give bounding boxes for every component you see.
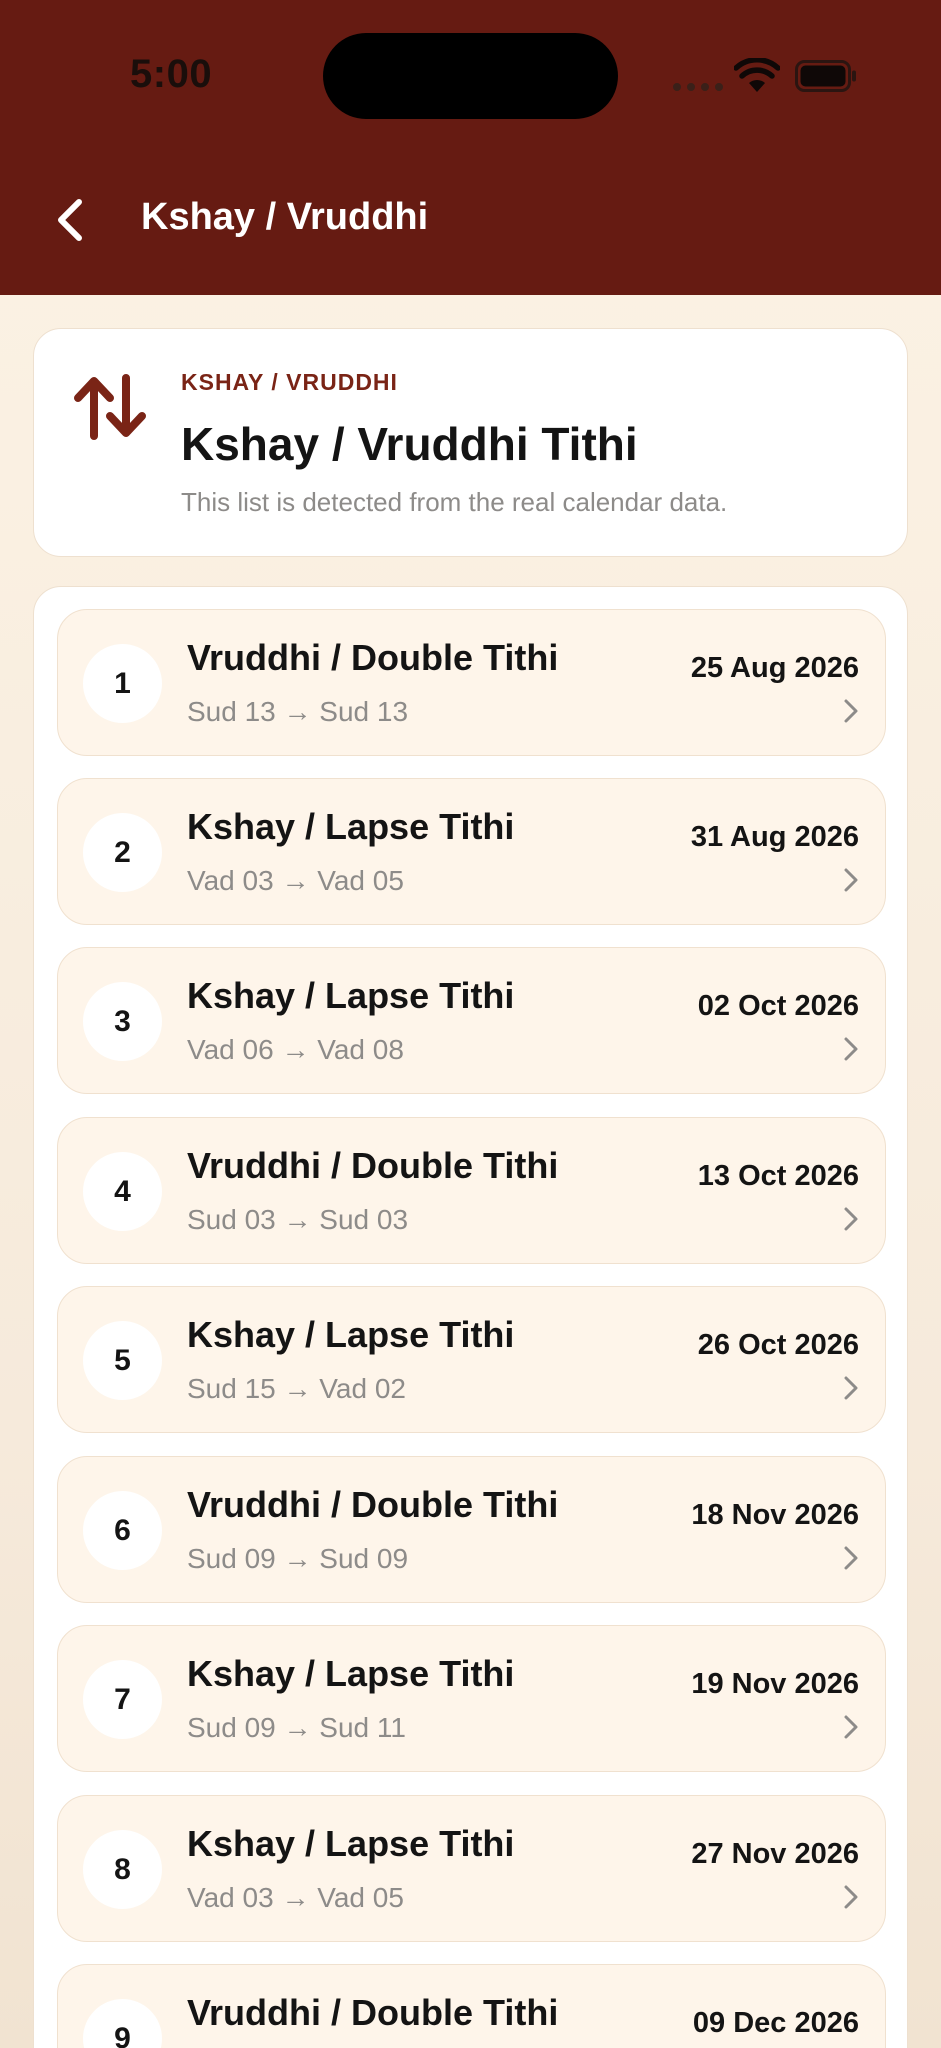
list-item[interactable]: 4 Vruddhi / Double Tithi Sud 03 → Sud 03…	[57, 1117, 886, 1264]
chevron-right-icon	[844, 1715, 858, 1739]
summary-eyebrow: KSHAY / VRUDDHI	[181, 369, 398, 395]
item-index-badge: 8	[83, 1830, 162, 1909]
screen: 5:00 Kshay / Vruddhi KSHAY / VRUDDHI Ksh…	[0, 0, 941, 2048]
list-item[interactable]: 1 Vruddhi / Double Tithi Sud 13 → Sud 13…	[57, 609, 886, 756]
chevron-right-icon	[844, 699, 858, 723]
item-subtitle: Sud 15 → Vad 02	[187, 1373, 406, 1404]
list-item[interactable]: 8 Kshay / Lapse Tithi Vad 03 → Vad 05 27…	[57, 1795, 886, 1942]
battery-icon	[795, 60, 856, 92]
page-title: Kshay / Vruddhi	[141, 196, 429, 238]
item-index-badge: 3	[83, 982, 162, 1061]
nav-header: 5:00 Kshay / Vruddhi	[0, 0, 941, 295]
item-subtitle: Vad 06 → Vad 08	[187, 1034, 404, 1065]
item-subtitle: Vad 03 → Vad 05	[187, 1882, 404, 1913]
item-index-badge: 4	[83, 1152, 162, 1231]
item-index-badge: 7	[83, 1660, 162, 1739]
chevron-right-icon	[844, 1207, 858, 1231]
list-item[interactable]: 6 Vruddhi / Double Tithi Sud 09 → Sud 09…	[57, 1456, 886, 1603]
item-title: Kshay / Lapse Tithi	[187, 1823, 515, 1864]
item-title: Kshay / Lapse Tithi	[187, 975, 515, 1016]
item-date: 19 Nov 2026	[691, 1668, 859, 1700]
item-index-badge: 9	[83, 1999, 162, 2048]
item-subtitle: Sud 03 → Sud 03	[187, 1204, 409, 1235]
cellular-signal-icon	[673, 83, 723, 91]
item-title: Vruddhi / Double Tithi	[187, 1145, 559, 1186]
list-item[interactable]: 2 Kshay / Lapse Tithi Vad 03 → Vad 05 31…	[57, 778, 886, 925]
item-date: 09 Dec 2026	[692, 2007, 859, 2039]
item-subtitle: Sud 09 → Sud 09	[187, 1543, 409, 1574]
item-date: 25 Aug 2026	[690, 652, 859, 684]
item-date: 26 Oct 2026	[697, 1329, 859, 1361]
item-date: 18 Nov 2026	[691, 1499, 859, 1531]
chevron-right-icon	[844, 1037, 858, 1061]
item-title: Vruddhi / Double Tithi	[187, 1484, 559, 1525]
list-item[interactable]: 3 Kshay / Lapse Tithi Vad 06 → Vad 08 02…	[57, 947, 886, 1094]
tithi-list: 1 Vruddhi / Double Tithi Sud 13 → Sud 13…	[33, 586, 908, 2048]
item-date: 27 Nov 2026	[691, 1838, 859, 1870]
back-button[interactable]	[42, 190, 98, 250]
wifi-icon	[734, 58, 780, 92]
item-date: 13 Oct 2026	[697, 1160, 859, 1192]
list-item[interactable]: 7 Kshay / Lapse Tithi Sud 09 → Sud 11 19…	[57, 1625, 886, 1772]
item-index-badge: 2	[83, 813, 162, 892]
dynamic-island	[323, 33, 618, 119]
summary-card: KSHAY / VRUDDHI Kshay / Vruddhi Tithi Th…	[33, 328, 908, 557]
summary-subtitle: This list is detected from the real cale…	[181, 487, 728, 517]
item-title: Kshay / Lapse Tithi	[187, 806, 515, 847]
arrows-up-down-icon	[74, 374, 146, 440]
item-index-badge: 1	[83, 644, 162, 723]
chevron-right-icon	[844, 1546, 858, 1570]
list-item[interactable]: 9 Vruddhi / Double Tithi 09 Dec 2026	[57, 1964, 886, 2048]
item-index-badge: 6	[83, 1491, 162, 1570]
item-date: 02 Oct 2026	[697, 990, 859, 1022]
chevron-right-icon	[844, 868, 858, 892]
status-time: 5:00	[130, 52, 213, 96]
chevron-right-icon	[844, 1885, 858, 1909]
item-title: Kshay / Lapse Tithi	[187, 1314, 515, 1355]
item-title: Vruddhi / Double Tithi	[187, 637, 559, 678]
item-title: Kshay / Lapse Tithi	[187, 1653, 515, 1694]
chevron-left-icon	[58, 199, 82, 241]
summary-title: Kshay / Vruddhi Tithi	[181, 418, 638, 470]
chevron-right-icon	[844, 1376, 858, 1400]
list-item[interactable]: 5 Kshay / Lapse Tithi Sud 15 → Vad 02 26…	[57, 1286, 886, 1433]
item-title: Vruddhi / Double Tithi	[187, 1992, 559, 2033]
item-date: 31 Aug 2026	[690, 821, 859, 853]
item-index-badge: 5	[83, 1321, 162, 1400]
item-subtitle: Sud 13 → Sud 13	[187, 696, 409, 727]
item-subtitle: Vad 03 → Vad 05	[187, 865, 404, 896]
item-subtitle: Sud 09 → Sud 11	[187, 1712, 406, 1743]
